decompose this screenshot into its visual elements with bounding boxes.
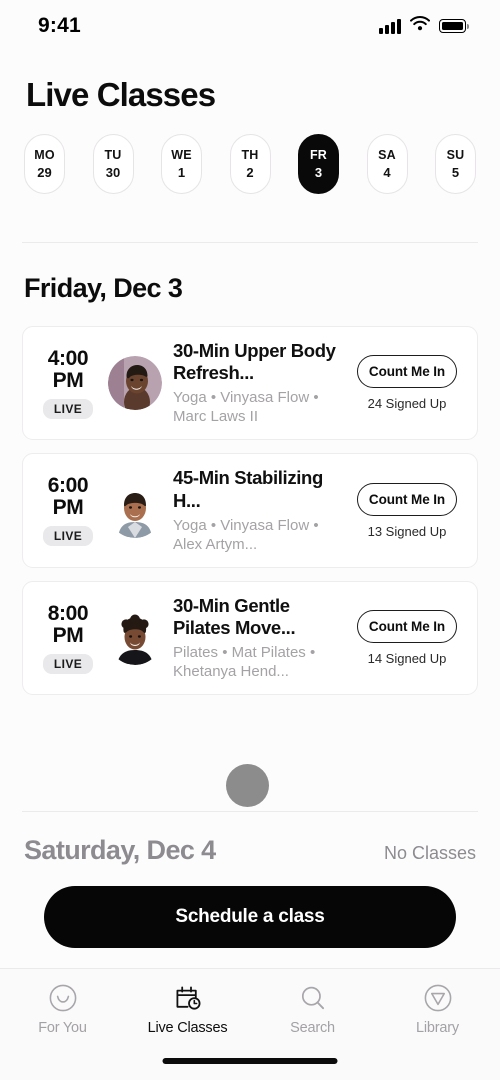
magnifier-icon: [298, 983, 328, 1013]
schedule-a-class-button[interactable]: Schedule a class: [44, 886, 456, 948]
signal-bars-icon: [379, 18, 401, 34]
class-time: 4:00 PM: [47, 346, 89, 392]
class-time-block: 8:00 PM LIVE: [37, 601, 99, 674]
tab-for-you[interactable]: For You: [0, 983, 125, 1036]
class-info: 30-Min Upper Body Refresh... Yoga • Viny…: [171, 340, 340, 426]
battery-icon: [439, 19, 469, 33]
next-day-row: Saturday, Dec 4 No Classes: [24, 835, 476, 866]
smiley-face-icon: [48, 983, 78, 1013]
day-pill-th[interactable]: TH 2: [229, 134, 271, 194]
class-action-block: Count Me In 14 Signed Up: [349, 610, 465, 666]
instructor-avatar: [108, 356, 162, 411]
class-info: 45-Min Stabilizing H... Yoga • Vinyasa F…: [171, 467, 340, 553]
section-title-next-day: Saturday, Dec 4: [24, 835, 216, 865]
class-meta: Pilates • Mat Pilates • Khetanya Hend...: [173, 644, 316, 681]
live-badge: LIVE: [42, 526, 94, 547]
page-title: Live Classes: [26, 76, 216, 113]
signed-up-count: 14 Signed Up: [367, 651, 447, 667]
signed-up-count: 13 Signed Up: [367, 523, 447, 539]
tab-bar: For You Live Classes Search Library: [0, 968, 500, 1080]
day-pill-dow: SU: [446, 148, 465, 162]
live-badge: LIVE: [42, 653, 94, 674]
class-meta: Yoga • Vinyasa Flow • Marc Laws II: [173, 389, 319, 426]
section-title-today: Friday, Dec 3: [24, 273, 183, 303]
class-time: 8:00 PM: [47, 601, 89, 647]
class-card[interactable]: 6:00 PM LIVE 45-Min Stabilizing H... Yog…: [22, 453, 478, 568]
day-pill-dow: TH: [241, 148, 259, 162]
wifi-icon: [410, 15, 430, 36]
section-divider: [22, 811, 478, 812]
class-action-block: Count Me In 24 Signed Up: [349, 355, 465, 411]
tab-search[interactable]: Search: [250, 983, 375, 1036]
day-pill-su[interactable]: SU 5: [435, 134, 476, 194]
day-pill-date: 1: [177, 165, 186, 180]
status-bar-icons: [379, 15, 469, 36]
calendar-clock-icon: [173, 983, 203, 1013]
day-pill-mo[interactable]: MO 29: [24, 134, 65, 194]
next-day-status: No Classes: [383, 843, 476, 863]
count-me-in-button[interactable]: Count Me In: [356, 355, 458, 389]
live-badge: LIVE: [42, 398, 94, 419]
count-me-in-button[interactable]: Count Me In: [356, 610, 458, 644]
day-pill-date: 5: [451, 165, 460, 180]
day-pill-dow: SA: [378, 148, 396, 162]
class-title: 45-Min Stabilizing H...: [173, 467, 323, 511]
tab-label: Live Classes: [147, 1020, 228, 1036]
class-time-block: 6:00 PM LIVE: [37, 474, 99, 547]
day-pill-date: 30: [105, 165, 121, 180]
class-meta: Yoga • Vinyasa Flow • Alex Artym...: [173, 516, 319, 553]
cursor-indicator: [226, 764, 269, 807]
tab-live-classes[interactable]: Live Classes: [125, 983, 250, 1036]
class-list: 4:00 PM LIVE 30-Min Upper Body Refresh..…: [0, 304, 500, 696]
tab-label: For You: [38, 1020, 87, 1036]
day-selector-strip[interactable]: MO 29 TU 30 WE 1 TH 2 FR 3 SA 4 SU 5: [0, 114, 500, 194]
day-pill-fr-selected[interactable]: FR 3: [298, 134, 339, 194]
signed-up-count: 24 Signed Up: [367, 396, 447, 412]
instructor-avatar: [108, 611, 162, 666]
day-pill-dow: TU: [104, 148, 122, 162]
tab-label: Search: [290, 1020, 335, 1036]
day-pill-date: 29: [37, 165, 52, 180]
status-bar-time: 9:41: [38, 14, 81, 37]
day-pill-date: 2: [246, 165, 254, 180]
day-pill-dow: WE: [171, 148, 192, 162]
day-pill-sa[interactable]: SA 4: [366, 134, 408, 194]
class-time-block: 4:00 PM LIVE: [37, 346, 99, 419]
day-pill-dow: MO: [34, 148, 55, 162]
triangle-circle-icon: [423, 983, 453, 1013]
status-bar: 9:41: [0, 0, 500, 52]
tab-library[interactable]: Library: [375, 983, 500, 1036]
instructor-avatar: [108, 483, 162, 538]
class-card[interactable]: 8:00 PM LIVE 30-Min Gentle Pilates Move.…: [22, 580, 478, 696]
class-time: 6:00 PM: [47, 474, 89, 520]
count-me-in-button[interactable]: Count Me In: [356, 482, 458, 516]
class-action-block: Count Me In 13 Signed Up: [349, 482, 465, 539]
home-indicator: [162, 1058, 338, 1064]
day-pill-date: 3: [314, 165, 323, 180]
day-pill-date: 4: [383, 165, 391, 180]
class-info: 30-Min Gentle Pilates Move... Pilates • …: [171, 595, 340, 681]
class-title: 30-Min Upper Body Refresh...: [173, 340, 336, 384]
class-card[interactable]: 4:00 PM LIVE 30-Min Upper Body Refresh..…: [22, 326, 478, 441]
day-pill-tu[interactable]: TU 30: [92, 134, 134, 194]
day-pill-dow: FR: [309, 148, 328, 162]
class-title: 30-Min Gentle Pilates Move...: [173, 594, 296, 639]
tab-label: Library: [416, 1020, 459, 1036]
day-pill-we[interactable]: WE 1: [161, 134, 202, 194]
